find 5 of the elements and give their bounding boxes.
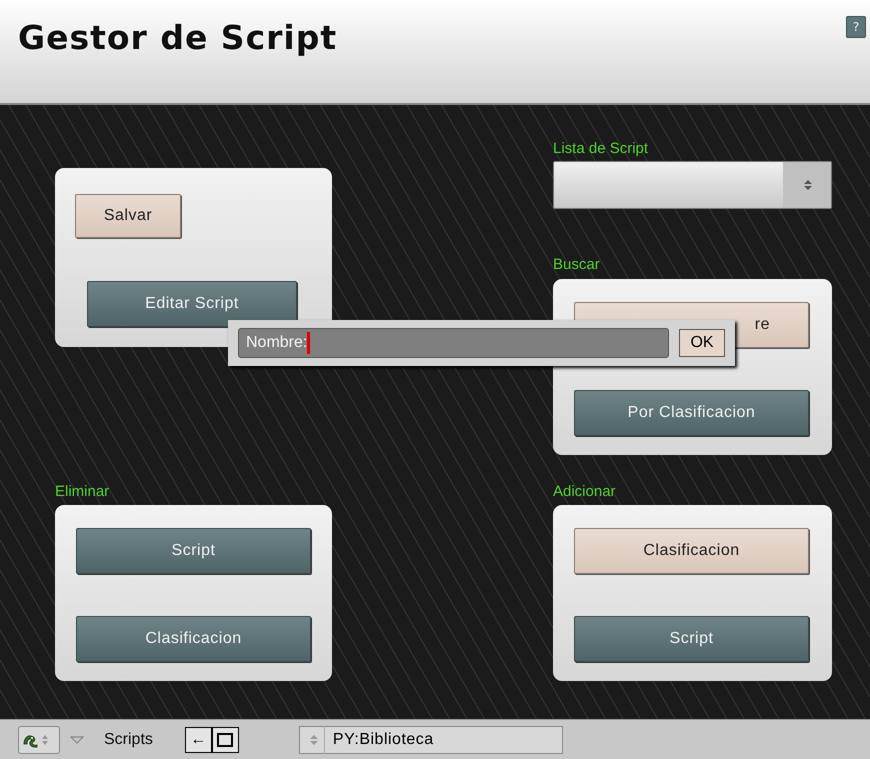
app-title: Gestor de Script [18, 17, 338, 59]
section-label: Adicionar [553, 482, 616, 502]
section-label: Lista de Script [553, 139, 648, 159]
section-label: Eliminar [55, 482, 110, 502]
section-label: Buscar [553, 255, 600, 275]
